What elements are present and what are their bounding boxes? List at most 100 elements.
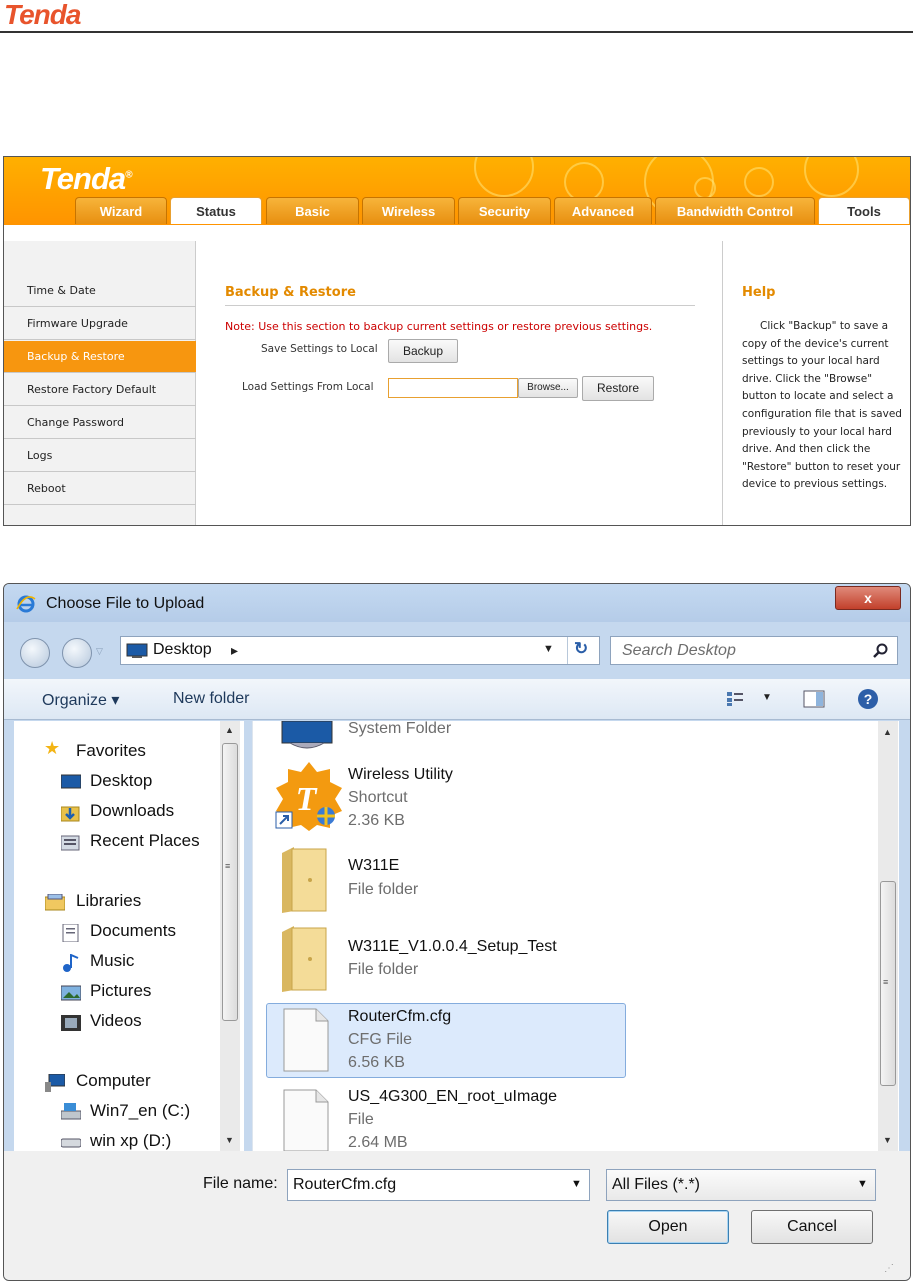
recent-places-icon (61, 835, 80, 851)
file-type-value: All Files (*.*) (612, 1176, 701, 1193)
nav-drive-c[interactable]: Win7_en (C:) (90, 1101, 190, 1121)
file-list-scrollbar[interactable]: ▲ ≡ ▼ (878, 721, 898, 1151)
tab-advanced[interactable]: Advanced (554, 197, 652, 224)
tab-security[interactable]: Security (458, 197, 551, 224)
resize-grip-icon[interactable]: ⋰ (884, 1263, 894, 1274)
restore-button[interactable]: Restore (582, 376, 654, 401)
file-type: File folder (348, 881, 419, 898)
sidebar-item-time-date[interactable]: Time & Date (4, 275, 196, 307)
file-name[interactable]: Wireless Utility (348, 766, 453, 784)
sidebar-item-restore-factory-default[interactable]: Restore Factory Default (4, 374, 196, 406)
file-type: File folder (348, 961, 419, 978)
folder-name[interactable]: W311E (348, 857, 399, 875)
nav-drive-d[interactable]: win xp (D:) (90, 1131, 171, 1151)
file-type: CFG File (348, 1031, 412, 1048)
load-settings-label: Load Settings From Local (242, 381, 374, 393)
view-dropdown-icon[interactable]: ▼ (762, 692, 772, 703)
address-bar[interactable]: Desktop ▸ ▼ ↻ (120, 636, 600, 665)
file-type-select[interactable]: All Files (*.*) ▼ (606, 1169, 876, 1201)
tab-status[interactable]: Status (170, 197, 262, 224)
nav-scroll-thumb[interactable] (222, 743, 238, 1021)
file-type-dropdown-icon[interactable]: ▼ (857, 1178, 868, 1190)
search-input[interactable]: Search Desktop (610, 636, 898, 665)
organize-menu[interactable]: Organize ▾ (42, 690, 119, 710)
nav-videos[interactable]: Videos (90, 1011, 142, 1031)
nav-music[interactable]: Music (90, 951, 134, 971)
libraries-icon (45, 894, 65, 911)
file-path-input[interactable] (388, 378, 518, 398)
new-folder-button[interactable]: New folder (173, 690, 249, 708)
folder-icon[interactable] (280, 847, 328, 915)
forward-arrow-icon[interactable] (62, 638, 92, 668)
file-type: File (348, 1111, 374, 1128)
file-type: Shortcut (348, 789, 408, 806)
header-divider (0, 31, 913, 33)
nav-recent-places[interactable]: Recent Places (90, 831, 200, 851)
router-main-panel: Backup & Restore Note: Use this section … (199, 241, 721, 525)
file-size: 2.64 MB (348, 1134, 408, 1151)
svg-text:T: T (296, 781, 318, 818)
documents-icon (62, 924, 79, 942)
wireless-utility-shortcut-icon[interactable]: T (270, 760, 348, 832)
file-icon[interactable] (282, 1008, 330, 1072)
refresh-icon[interactable]: ↻ (574, 639, 588, 659)
preview-pane-icon[interactable] (803, 690, 825, 708)
nav-scrollbar[interactable]: ▲ ≡ ▼ (220, 721, 240, 1151)
backup-button[interactable]: Backup (388, 339, 458, 363)
videos-icon (61, 1015, 81, 1031)
svg-text:?: ? (864, 691, 873, 707)
help-text: Click "Backup" to save a copy of the dev… (742, 320, 902, 491)
sidebar-item-reboot[interactable]: Reboot (4, 473, 196, 505)
search-placeholder: Search Desktop (622, 642, 736, 659)
navigation-pane: ★ Favorites Desktop Downloads Recent Pla… (14, 721, 244, 1151)
back-arrow-icon[interactable] (20, 638, 50, 668)
view-options-icon[interactable] (726, 691, 744, 707)
downloads-icon (61, 806, 80, 822)
folder-name[interactable]: W311E_V1.0.0.4_Setup_Test (348, 938, 557, 956)
music-icon (63, 954, 79, 972)
close-button[interactable]: x (835, 586, 901, 610)
nav-downloads[interactable]: Downloads (90, 801, 174, 821)
tab-basic[interactable]: Basic (266, 197, 359, 224)
file-name-input[interactable]: RouterCfm.cfg ▼ (287, 1169, 590, 1201)
internet-explorer-icon (16, 595, 36, 613)
browse-button[interactable]: Browse... (518, 378, 578, 398)
file-name[interactable]: RouterCfm.cfg (348, 1008, 451, 1026)
folder-icon[interactable] (280, 926, 328, 994)
address-dropdown-icon[interactable]: ▼ (543, 643, 554, 655)
nav-libraries[interactable]: Libraries (76, 891, 141, 911)
sidebar-item-logs[interactable]: Logs (4, 440, 196, 472)
file-name[interactable]: US_4G300_EN_root_uImage (348, 1088, 557, 1106)
tab-tools[interactable]: Tools (818, 197, 910, 224)
address-text: Desktop (153, 641, 212, 658)
file-icon[interactable] (282, 1089, 330, 1151)
nav-favorites[interactable]: Favorites (76, 741, 146, 761)
nav-documents[interactable]: Documents (90, 921, 176, 941)
section-divider (225, 305, 695, 306)
nav-desktop[interactable]: Desktop (90, 771, 152, 791)
cancel-button[interactable]: Cancel (751, 1210, 873, 1244)
tab-wizard[interactable]: Wizard (75, 197, 167, 224)
dialog-bottom-panel: File name: RouterCfm.cfg ▼ All Files (*.… (4, 1151, 910, 1280)
tab-bandwidth-control[interactable]: Bandwidth Control (655, 197, 815, 224)
open-button[interactable]: Open (607, 1210, 729, 1244)
help-icon[interactable]: ? (857, 688, 879, 710)
search-icon[interactable] (873, 643, 889, 659)
file-list-pane (252, 721, 899, 1151)
history-dropdown-icon[interactable]: ▽ (96, 646, 103, 657)
router-web-ui: Tenda® Wizard Status Basic Wireless Secu… (3, 156, 911, 526)
file-size: 6.56 KB (348, 1054, 405, 1071)
sidebar-item-firmware-upgrade[interactable]: Firmware Upgrade (4, 308, 196, 340)
tab-wireless[interactable]: Wireless (362, 197, 455, 224)
router-banner: Tenda® Wizard Status Basic Wireless Secu… (4, 157, 910, 225)
file-name-label: File name: (203, 1175, 278, 1192)
nav-computer[interactable]: Computer (76, 1071, 151, 1091)
sidebar-item-backup-restore[interactable]: Backup & Restore (4, 341, 196, 373)
breadcrumb-chevron-icon[interactable]: ▸ (231, 642, 238, 659)
nav-pictures[interactable]: Pictures (90, 981, 151, 1001)
system-drive-icon (61, 1103, 81, 1120)
sidebar-item-change-password[interactable]: Change Password (4, 407, 196, 439)
help-title: Help (742, 285, 776, 300)
file-name-dropdown-icon[interactable]: ▼ (571, 1178, 582, 1190)
tenda-logo: Tenda (4, 0, 81, 30)
